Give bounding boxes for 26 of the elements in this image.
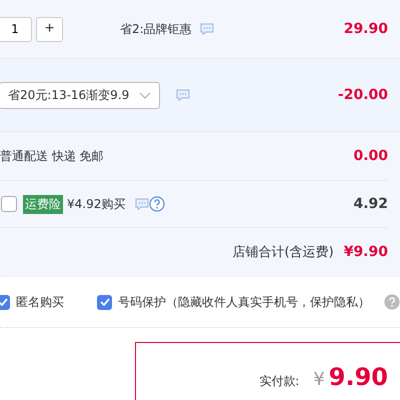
chevron-icon xyxy=(139,92,152,98)
discount-amount: -20.00 xyxy=(338,87,388,103)
option-label: 号码保护（隐藏收件人真实手机号，保护隐私） xyxy=(118,294,370,310)
help-icon[interactable] xyxy=(149,196,166,212)
shipping-method: 普通配送 快递 免邮 xyxy=(0,148,104,164)
comment-icon[interactable] xyxy=(176,89,190,101)
insurance-checkbox[interactable] xyxy=(1,196,17,212)
comment-icon[interactable] xyxy=(135,198,150,210)
insurance-offer: ¥4.92购买 xyxy=(67,196,126,212)
quantity-field[interactable]: 1 xyxy=(0,16,32,42)
increase-button[interactable]: + xyxy=(36,16,63,42)
promotion-text: 省2:品牌钜惠 xyxy=(120,20,192,38)
comment-icon[interactable] xyxy=(200,23,214,35)
item-price: 29.90 xyxy=(344,21,388,37)
store-total-amount: ¥9.90 xyxy=(344,244,388,260)
help-icon[interactable] xyxy=(384,294,400,310)
coupon-select[interactable]: 省20元:13-16渐变9.9 xyxy=(0,82,160,108)
store-total-label: 店铺合计(含运费) xyxy=(232,244,334,261)
option-label: 匿名购买 xyxy=(16,294,64,310)
option-checkbox[interactable] xyxy=(97,294,112,310)
payment-amount: 9.90 xyxy=(328,365,388,389)
currency-sign: ¥ xyxy=(313,369,325,390)
shipping-amount: 0.00 xyxy=(353,148,388,164)
insurance-amount: 4.92 xyxy=(353,196,388,212)
insurance-tag: 运费险 xyxy=(23,194,63,214)
payment-label: 实付款: xyxy=(259,373,300,390)
